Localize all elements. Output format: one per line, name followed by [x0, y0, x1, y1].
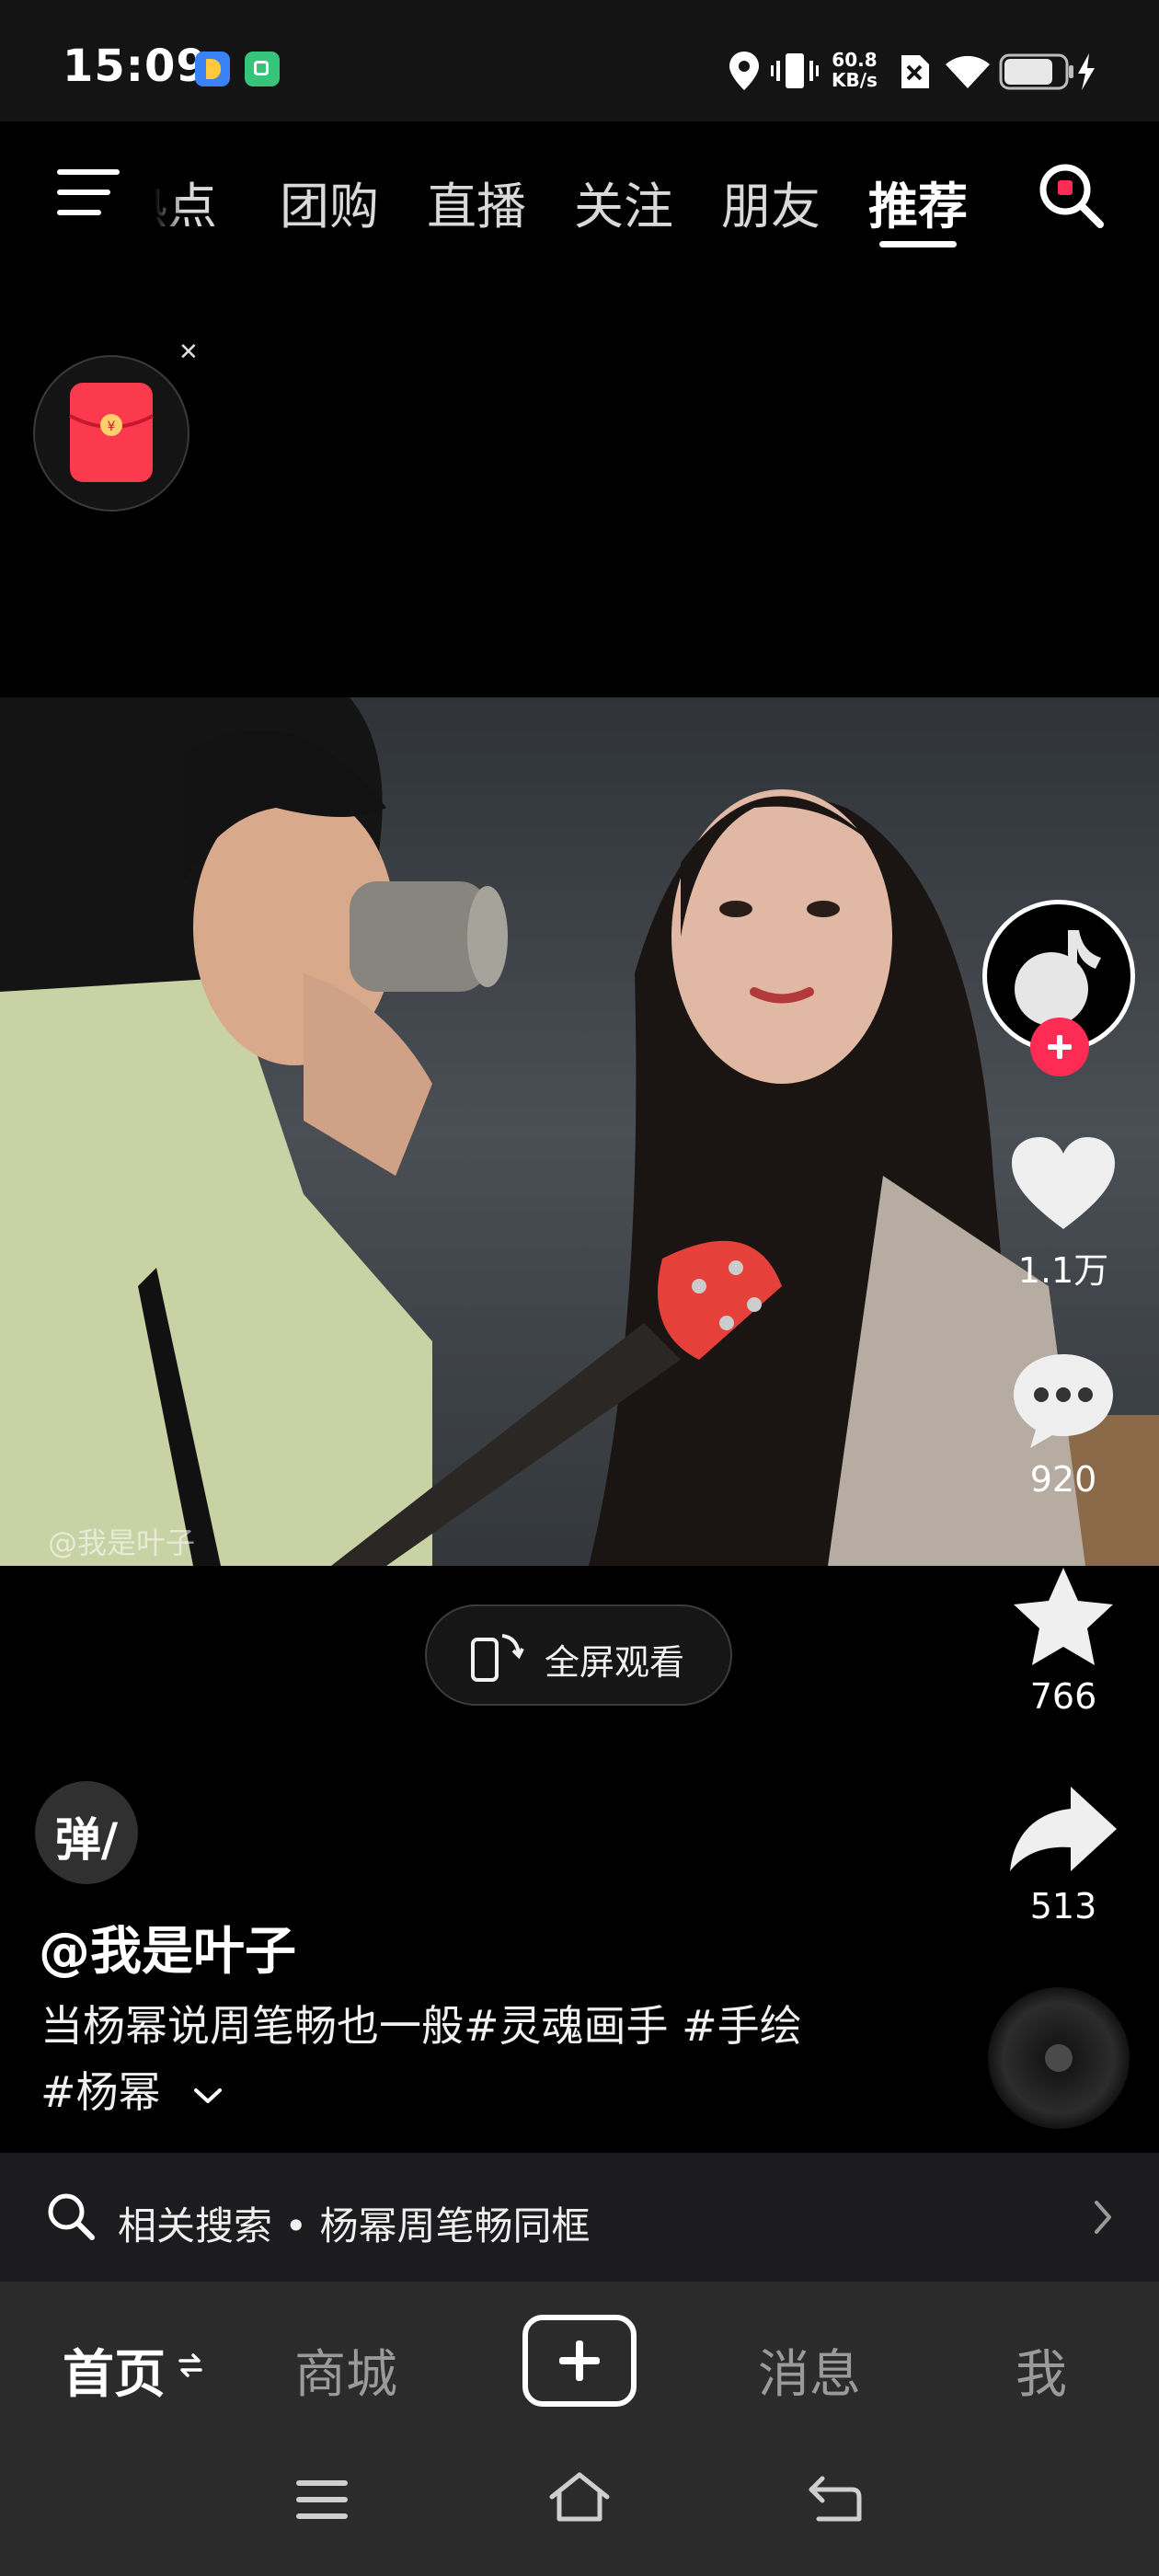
tab-friends[interactable]: 朋友 — [721, 166, 820, 238]
music-disc-center-icon — [1045, 2044, 1073, 2072]
charging-icon — [1078, 53, 1095, 90]
tab-mall[interactable]: 商城 — [294, 2333, 397, 2408]
net-speed-value: 60.8 — [832, 49, 878, 71]
red-packet-close-icon[interactable]: ✕ — [178, 339, 199, 366]
related-search-bar[interactable]: 相关搜索 • 杨幂周笔畅同框 — [0, 2153, 1159, 2282]
wifi-icon — [946, 55, 990, 88]
fullscreen-label: 全屏观看 — [545, 1642, 685, 1683]
system-nav-bar — [0, 2440, 1159, 2576]
bottom-nav: 首页 商城 消息 我 — [0, 2282, 1159, 2440]
tab-home[interactable]: 首页 — [63, 2333, 166, 2408]
app-blue-icon — [195, 52, 230, 86]
plus-icon — [1048, 1035, 1072, 1059]
menu-icon[interactable] — [55, 167, 123, 219]
danmu-button[interactable]: 弹/ — [35, 1781, 138, 1884]
music-disc[interactable] — [988, 1987, 1130, 2129]
tab-me[interactable]: 我 — [1016, 2333, 1067, 2408]
create-plus-icon — [559, 2340, 600, 2381]
red-packet-widget[interactable]: ¥ — [33, 355, 189, 512]
net-speed-unit: KB/s — [832, 69, 878, 91]
favorite-star-icon[interactable] — [1008, 1564, 1119, 1671]
refresh-arrows-icon[interactable] — [178, 2350, 202, 2381]
author-name[interactable]: @我是叶子 — [39, 1910, 296, 1984]
avatar-music-note-icon — [1015, 930, 1101, 1026]
tab-hot-clip: 热点 — [155, 162, 234, 226]
search-icon[interactable] — [1034, 158, 1107, 232]
share-count: 513 — [1029, 1886, 1097, 1926]
description-text: 当杨幂说周笔畅也一般#灵魂画手 #手绘 #杨幂 — [40, 2001, 802, 2117]
favorite-count: 766 — [1029, 1676, 1097, 1717]
chevron-right-icon — [1095, 2201, 1111, 2234]
fullscreen-button[interactable]: 全屏观看 — [425, 1604, 732, 1706]
tab-live[interactable]: 直播 — [427, 166, 526, 238]
related-search-text: 相关搜索 • 杨幂周笔畅同框 — [118, 2203, 591, 2248]
app-green-icon — [245, 52, 280, 86]
danmu-char: 弹 — [54, 1813, 101, 1867]
network-speed: 60.8 KB/s — [832, 50, 878, 90]
tab-messages[interactable]: 消息 — [758, 2333, 861, 2408]
share-arrow-icon[interactable] — [1006, 1783, 1120, 1875]
tab-recommended[interactable]: 推荐 — [868, 166, 968, 238]
vibrate-icon — [771, 53, 819, 88]
svg-text:¥: ¥ — [108, 420, 116, 434]
comment-count: 920 — [1029, 1459, 1097, 1500]
follow-button[interactable] — [1030, 1018, 1089, 1076]
rotate-screen-icon — [471, 1634, 524, 1682]
tab-group-buy[interactable]: 团购 — [280, 166, 379, 238]
home-icon[interactable] — [546, 2469, 613, 2526]
status-time: 15:09 — [63, 40, 208, 92]
location-icon — [729, 52, 759, 90]
tab-following[interactable]: 关注 — [574, 166, 673, 238]
no-sim-icon — [901, 55, 929, 88]
back-icon[interactable] — [806, 2473, 865, 2526]
expand-chevron-icon[interactable] — [192, 2087, 224, 2105]
active-tab-indicator — [879, 241, 957, 247]
related-search-icon — [48, 2193, 95, 2240]
video-watermark: @我是叶子 — [48, 1525, 196, 1560]
like-heart-icon[interactable] — [1008, 1133, 1119, 1235]
recent-apps-icon[interactable] — [293, 2475, 351, 2524]
video-description: 当杨幂说周笔畅也一般#灵魂画手 #手绘 #杨幂 — [40, 1993, 850, 2125]
comment-icon[interactable] — [1008, 1349, 1119, 1452]
video-frame — [0, 697, 1159, 1566]
like-count: 1.1万 — [1017, 1250, 1109, 1291]
video-player[interactable] — [0, 697, 1159, 1566]
battery-icon — [999, 53, 1073, 90]
red-envelope-icon: ¥ — [69, 383, 154, 482]
danmu-slash-icon: / — [100, 1813, 119, 1867]
danmu-label: 弹/ — [35, 1803, 138, 1869]
create-button[interactable] — [522, 2315, 637, 2407]
